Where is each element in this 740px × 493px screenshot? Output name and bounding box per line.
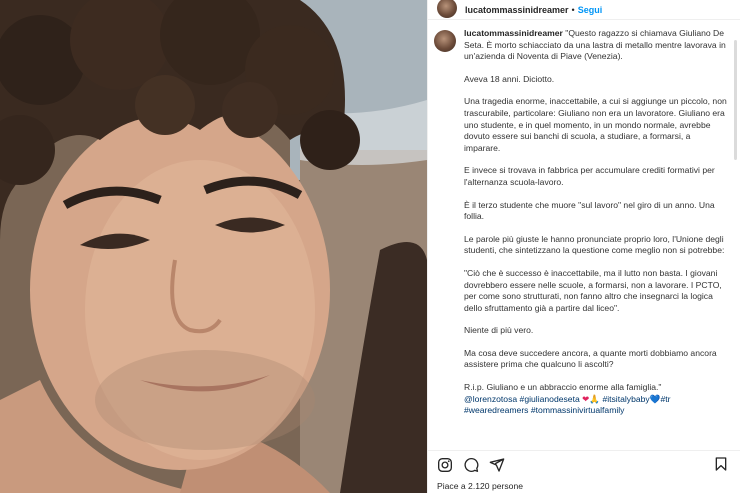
- caption-p7: "Ciò che è successo è inaccettabile, ma …: [464, 267, 722, 313]
- caption-p6: Le parole più giuste le hanno pronunciat…: [464, 233, 725, 256]
- caption-tags-3[interactable]: #tr: [660, 394, 670, 404]
- share-icon[interactable]: [488, 456, 506, 474]
- instagram-post: lucatommassinidreamer • Segui lucatommas…: [0, 0, 740, 493]
- follow-button[interactable]: Segui: [578, 5, 603, 15]
- caption-p3: Una tragedia enorme, inaccettabile, a cu…: [464, 96, 727, 153]
- blue-heart-icon: 💙: [649, 393, 661, 404]
- header-separator: •: [571, 4, 575, 15]
- post-header: lucatommassinidreamer • Segui: [428, 0, 740, 20]
- post-side-panel: lucatommassinidreamer • Segui lucatommas…: [427, 0, 740, 493]
- caption-text: lucatommassinidreamer "Questo ragazzo si…: [464, 28, 729, 447]
- avatar[interactable]: [437, 0, 457, 18]
- post-photo[interactable]: [0, 0, 427, 493]
- header-username[interactable]: lucatommassinidreamer: [465, 5, 569, 15]
- caption-p4: E invece si trovava in fabbrica per accu…: [464, 165, 715, 187]
- likes-count[interactable]: Piace a 2.120 persone: [437, 481, 523, 491]
- caption-p9: Ma cosa deve succedere ancora, a quante …: [464, 347, 717, 370]
- comment-icon[interactable]: [462, 456, 480, 474]
- caption-tags-4[interactable]: #wearedreamers #tommassinivirtualfamily: [464, 405, 624, 415]
- praying-hands-icon: 🙏: [589, 393, 601, 404]
- caption-scrollbar[interactable]: [734, 40, 737, 160]
- action-bar: [428, 450, 740, 478]
- caption-tags-2[interactable]: #itsitalybaby: [602, 394, 649, 404]
- instagram-icon[interactable]: [436, 456, 454, 474]
- caption-username[interactable]: lucatommassinidreamer: [464, 28, 563, 38]
- caption-p2: Aveva 18 anni. Diciotto.: [464, 73, 555, 84]
- caption-p10: R.i.p. Giuliano e un abbraccio enorme al…: [464, 382, 662, 393]
- caption-avatar[interactable]: [434, 30, 456, 52]
- caption-p5: È il terzo studente che muore "sul lavor…: [464, 199, 715, 222]
- caption-p8: Niente di più vero.: [464, 325, 534, 336]
- bookmark-icon[interactable]: [713, 456, 731, 474]
- caption-area: lucatommassinidreamer "Questo ragazzo si…: [434, 28, 734, 447]
- caption-tags-1[interactable]: @lorenzotosa #giulianodeseta: [464, 394, 580, 404]
- selfie-illustration: [0, 0, 427, 493]
